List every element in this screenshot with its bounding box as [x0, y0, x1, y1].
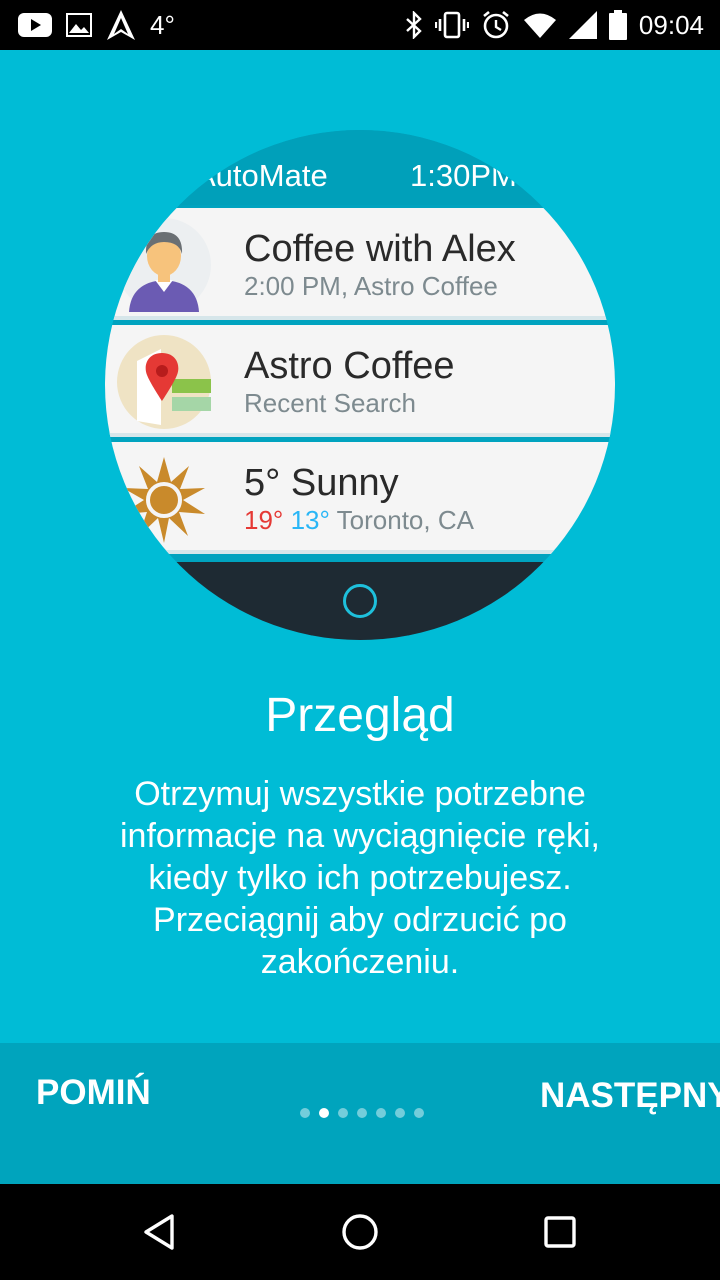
home-icon[interactable] — [334, 1206, 386, 1258]
bottom-bar: POMIŃ NASTĘPNY — [0, 1043, 720, 1184]
back-icon[interactable] — [134, 1206, 186, 1258]
watch-ring-icon — [343, 584, 377, 618]
page-dot — [376, 1108, 386, 1118]
page-dot — [338, 1108, 348, 1118]
navigation-bar — [0, 1184, 720, 1280]
watch-preview: AutoMate 1:30PM Coffee with Alex 2:00 PM… — [105, 130, 615, 640]
battery-icon — [608, 10, 627, 40]
signal-icon — [568, 11, 597, 39]
page-dot-active — [319, 1108, 329, 1118]
event-card: Coffee with Alex 2:00 PM, Astro Coffee — [105, 208, 615, 320]
page-dot — [300, 1108, 310, 1118]
image-icon — [66, 13, 92, 37]
event-title: Coffee with Alex — [244, 228, 516, 270]
temperature-text: 4° — [150, 9, 175, 40]
status-bar: 4° 09:04 — [0, 0, 720, 50]
weather-title: 5° Sunny — [244, 462, 399, 504]
temp-high: 19° — [244, 505, 284, 535]
map-pin-icon — [117, 335, 211, 429]
youtube-icon — [18, 13, 52, 37]
watch-header: AutoMate 1:30PM — [105, 130, 615, 205]
page-description: Otrzymuj wszystkie potrzebne informacje … — [120, 775, 600, 981]
vibrate-icon — [434, 11, 469, 39]
skip-button[interactable]: POMIŃ — [36, 1073, 151, 1113]
watch-footer — [105, 562, 615, 640]
page-dot — [414, 1108, 424, 1118]
bluetooth-icon — [405, 11, 423, 39]
watch-time: 1:30PM — [410, 158, 517, 193]
weather-card: 5° Sunny 19° 13° Toronto, CA — [105, 442, 615, 554]
page-indicator — [300, 1108, 424, 1118]
place-subtitle: Recent Search — [244, 388, 416, 418]
next-button[interactable]: NASTĘPNY — [540, 1073, 720, 1119]
alarm-icon — [481, 10, 511, 40]
watch-app-title: AutoMate — [195, 158, 328, 193]
clock-text: 09:04 — [638, 9, 704, 40]
event-subtitle: 2:00 PM, Astro Coffee — [244, 271, 498, 301]
temp-low: 13° — [290, 505, 330, 535]
page-title: Przegląd — [265, 689, 455, 742]
wifi-icon — [523, 12, 557, 38]
recents-icon[interactable] — [534, 1206, 586, 1258]
page-dot — [357, 1108, 367, 1118]
page-dot — [395, 1108, 405, 1118]
place-title: Astro Coffee — [244, 345, 455, 387]
weather-location: Toronto, CA — [336, 505, 474, 535]
place-card: Astro Coffee Recent Search — [105, 325, 615, 437]
person-avatar-icon — [117, 218, 211, 312]
weather-subtitle: 19° 13° Toronto, CA — [244, 505, 474, 536]
sun-icon — [117, 452, 211, 546]
arrow-app-icon — [106, 9, 136, 41]
